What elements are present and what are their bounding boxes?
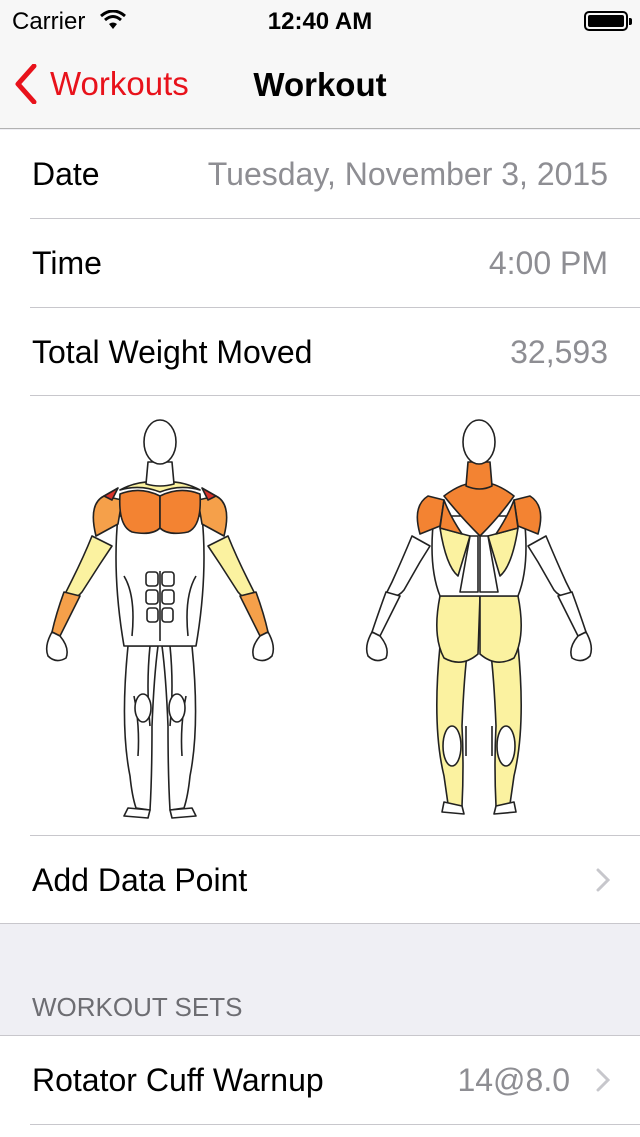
- navigation-bar: Workouts Workout: [0, 40, 640, 129]
- add-data-point-row[interactable]: Add Data Point: [0, 836, 640, 924]
- date-row[interactable]: Date Tuesday, November 3, 2015: [0, 130, 640, 218]
- time-label: Time: [32, 244, 102, 281]
- date-value: Tuesday, November 3, 2015: [207, 155, 608, 192]
- muscle-map: [0, 396, 640, 836]
- workout-details-group: Date Tuesday, November 3, 2015 Time 4:00…: [0, 130, 640, 924]
- divider: [30, 1124, 640, 1125]
- front-body-figure: [45, 419, 275, 819]
- workout-set-name: Rotator Cuff Warnup: [32, 1061, 324, 1098]
- workout-set-row[interactable]: Rotator Cuff Warnup 14@8.0: [0, 1036, 640, 1124]
- date-label: Date: [32, 155, 100, 192]
- workout-sets-header: WORKOUT SETS: [32, 992, 243, 1022]
- time-row[interactable]: Time 4:00 PM: [0, 219, 640, 307]
- time-value: 4:00 PM: [488, 244, 608, 281]
- status-bar: Carrier 12:40 AM: [0, 0, 640, 40]
- chevron-right-icon: [596, 1068, 610, 1092]
- add-data-point-label: Add Data Point: [32, 861, 248, 898]
- workout-sets-group: Rotator Cuff Warnup 14@8.0: [0, 1035, 640, 1137]
- status-time: 12:40 AM: [267, 8, 373, 35]
- back-body-figure: [365, 419, 593, 815]
- total-weight-label: Total Weight Moved: [32, 333, 313, 370]
- total-weight-row: Total Weight Moved 32,593: [0, 308, 640, 396]
- page-title: Workout: [253, 66, 387, 103]
- battery-icon: [584, 11, 632, 31]
- workout-set-value: 14@8.0: [457, 1061, 570, 1098]
- total-weight-value: 32,593: [510, 333, 608, 370]
- chevron-right-icon: [596, 868, 610, 892]
